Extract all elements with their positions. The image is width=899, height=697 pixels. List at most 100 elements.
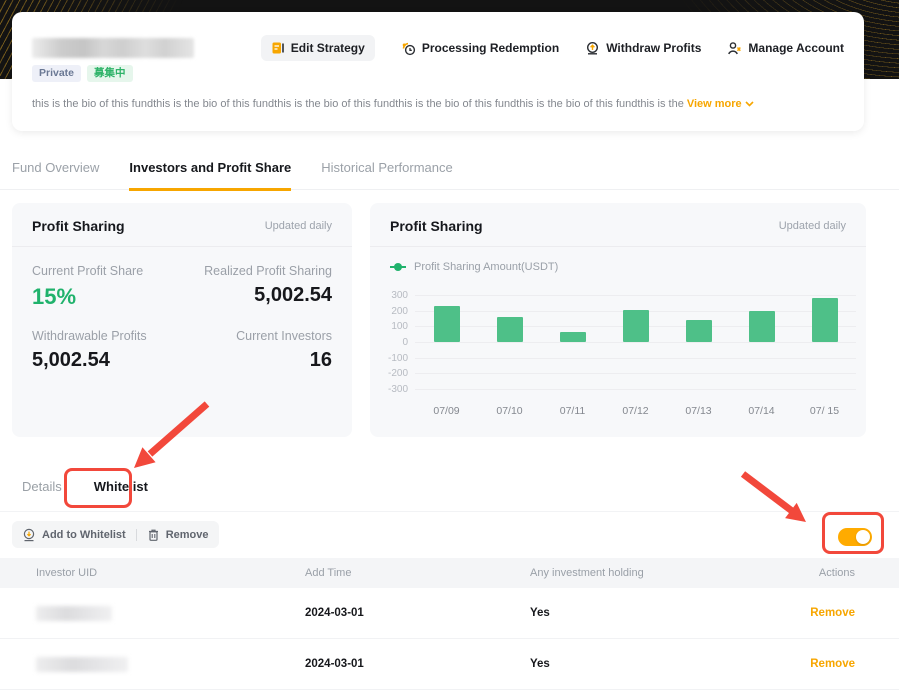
- toggle-knob: [856, 530, 870, 544]
- tab-whitelist[interactable]: Whitelist: [94, 479, 148, 494]
- chart-gridline: [415, 389, 856, 390]
- remove-button[interactable]: Remove: [147, 528, 209, 542]
- chart-y-tick: 300: [391, 290, 408, 301]
- fund-management-page: { "colors": { "accent_orange": "#f7a600"…: [0, 0, 899, 697]
- processing-redemption-icon: [402, 42, 415, 55]
- chart-panel-title: Profit Sharing: [390, 218, 483, 234]
- chart-gridline: [415, 342, 856, 343]
- investor-uid-redacted: [36, 605, 112, 621]
- chart-y-tick: 200: [391, 305, 408, 317]
- remove-toolbar-label: Remove: [165, 528, 209, 541]
- summary-panel-header: Profit Sharing Updated daily: [12, 203, 352, 247]
- stat-label: Withdrawable Profits: [32, 329, 147, 343]
- withdraw-profits-label: Withdraw Profits: [606, 41, 702, 55]
- chart-panel-header: Profit Sharing Updated daily: [370, 203, 866, 247]
- tab-details[interactable]: Details: [22, 479, 62, 494]
- fund-bio-text: this is the bio of this fundthis is the …: [32, 98, 684, 110]
- chart-bar: [559, 331, 586, 342]
- stat-withdrawable-profits: Withdrawable Profits 5,002.54: [32, 329, 182, 372]
- summary-panel-title: Profit Sharing: [32, 218, 125, 234]
- toolbar-separator: [135, 528, 137, 541]
- remove-row-link[interactable]: Remove: [810, 658, 855, 670]
- stat-value: 15%: [32, 284, 77, 309]
- tab-historical-performance[interactable]: Historical Performance: [321, 160, 453, 191]
- view-more-link[interactable]: View more: [687, 98, 754, 110]
- col-add-time: Add Time: [305, 567, 352, 579]
- fund-badges: Private 募集中: [32, 65, 133, 82]
- whitelist-toolbar: Add to Whitelist Remove: [12, 521, 219, 548]
- stat-value: 5,002.54: [32, 349, 110, 371]
- chart-y-tick: 0: [402, 337, 408, 348]
- trash-icon: [148, 529, 158, 541]
- chart-x-label: 07/14: [748, 405, 775, 417]
- chart-legend: Profit Sharing Amount(USDT): [390, 261, 866, 273]
- remove-row-link[interactable]: Remove: [810, 607, 855, 619]
- profit-sharing-chart-panel: Profit Sharing Updated daily Profit Shar…: [370, 203, 866, 437]
- profit-chart: 300 200 100 0 -100 -200 -300 07/09 07/10 07/11 07/…: [370, 285, 866, 437]
- withdraw-profits-icon: [587, 41, 599, 54]
- add-time-cell: 2024-03-01: [305, 658, 364, 670]
- holding-cell: Yes: [530, 607, 550, 619]
- stat-value: 16: [309, 349, 332, 371]
- processing-redemption-button[interactable]: Processing Redemption: [401, 41, 559, 56]
- stat-current-profit-share: Current Profit Share 15%: [32, 264, 182, 310]
- tab-investors-profit-share[interactable]: Investors and Profit Share: [129, 160, 292, 191]
- stat-current-investors: Current Investors 16: [182, 329, 332, 372]
- chart-x-label: 07/13: [685, 405, 712, 417]
- table-row: 2024-03-01 Yes Remove: [0, 588, 899, 639]
- col-investor-uid: Investor UID: [36, 567, 98, 579]
- chart-bar: [622, 309, 649, 342]
- chart-bar: [433, 305, 460, 342]
- chart-x-label: 07/11: [559, 405, 586, 417]
- detail-section-tabs: Details Whitelist: [22, 479, 148, 494]
- col-investment-holding: Any investment holding: [530, 567, 644, 579]
- legend-marker-icon: [390, 263, 406, 271]
- chart-updated-label: Updated daily: [778, 220, 846, 232]
- chart-gridline: [415, 373, 856, 375]
- fund-bio: this is the bio of this fundthis is the …: [32, 98, 754, 110]
- chart-x-label: 07/ 15: [809, 405, 840, 417]
- table-header-row: Investor UID Add Time Any investment hol…: [0, 558, 899, 588]
- fund-name-redacted: [32, 38, 194, 58]
- investor-uid-redacted: [36, 656, 128, 672]
- holding-cell: Yes: [530, 658, 550, 670]
- stat-label: Current Investors: [236, 329, 332, 343]
- manage-account-button[interactable]: Manage Account: [727, 41, 844, 56]
- view-more-label: View more: [686, 98, 742, 110]
- fund-action-bar: Edit Strategy Processing Redemption With…: [260, 35, 844, 61]
- fund-header-card: Private 募集中 this is the bio of this fund…: [12, 12, 864, 131]
- private-badge: Private: [32, 65, 82, 82]
- tab-fund-overview[interactable]: Fund Overview: [12, 160, 99, 191]
- add-to-whitelist-button[interactable]: Add to Whitelist: [22, 528, 126, 542]
- chevron-down-icon: [745, 101, 754, 107]
- manage-account-label: Manage Account: [748, 41, 844, 55]
- section-divider: [0, 511, 899, 512]
- edit-strategy-label: Edit Strategy: [290, 41, 365, 55]
- summary-stats-grid: Current Profit Share 15% Realized Profit…: [12, 247, 352, 372]
- annotation-arrow-toggle: [740, 471, 806, 522]
- add-time-cell: 2024-03-01: [305, 607, 364, 619]
- edit-strategy-button[interactable]: Edit Strategy: [260, 35, 375, 61]
- chart-bar: [811, 298, 838, 342]
- withdraw-profits-button[interactable]: Withdraw Profits: [585, 41, 701, 56]
- main-tabs: Fund Overview Investors and Profit Share…: [12, 160, 453, 191]
- chart-x-label: 07/09: [433, 405, 460, 417]
- add-to-whitelist-label: Add to Whitelist: [42, 528, 126, 541]
- whitelist-visibility-toggle[interactable]: [838, 528, 872, 546]
- chart-bar: [685, 320, 712, 342]
- whitelist-table: Investor UID Add Time Any investment hol…: [0, 558, 899, 690]
- col-actions: Actions: [818, 567, 855, 579]
- summary-updated-label: Updated daily: [264, 220, 332, 232]
- chart-y-tick: -200: [387, 368, 408, 380]
- legend-label: Profit Sharing Amount(USDT): [414, 261, 559, 273]
- table-row: 2024-03-01 Yes Remove: [0, 639, 899, 690]
- manage-account-icon: [728, 41, 742, 54]
- recruiting-badge: 募集中: [87, 65, 133, 82]
- stat-label: Realized Profit Sharing: [204, 264, 332, 278]
- stat-realized-profit-sharing: Realized Profit Sharing 5,002.54: [182, 264, 332, 310]
- chart-x-label: 07/12: [622, 405, 649, 417]
- stat-value: 5,002.54: [254, 284, 332, 306]
- chart-gridline: [415, 357, 856, 359]
- chart-y-tick: -300: [387, 384, 408, 395]
- stat-label: Current Profit Share: [32, 264, 144, 278]
